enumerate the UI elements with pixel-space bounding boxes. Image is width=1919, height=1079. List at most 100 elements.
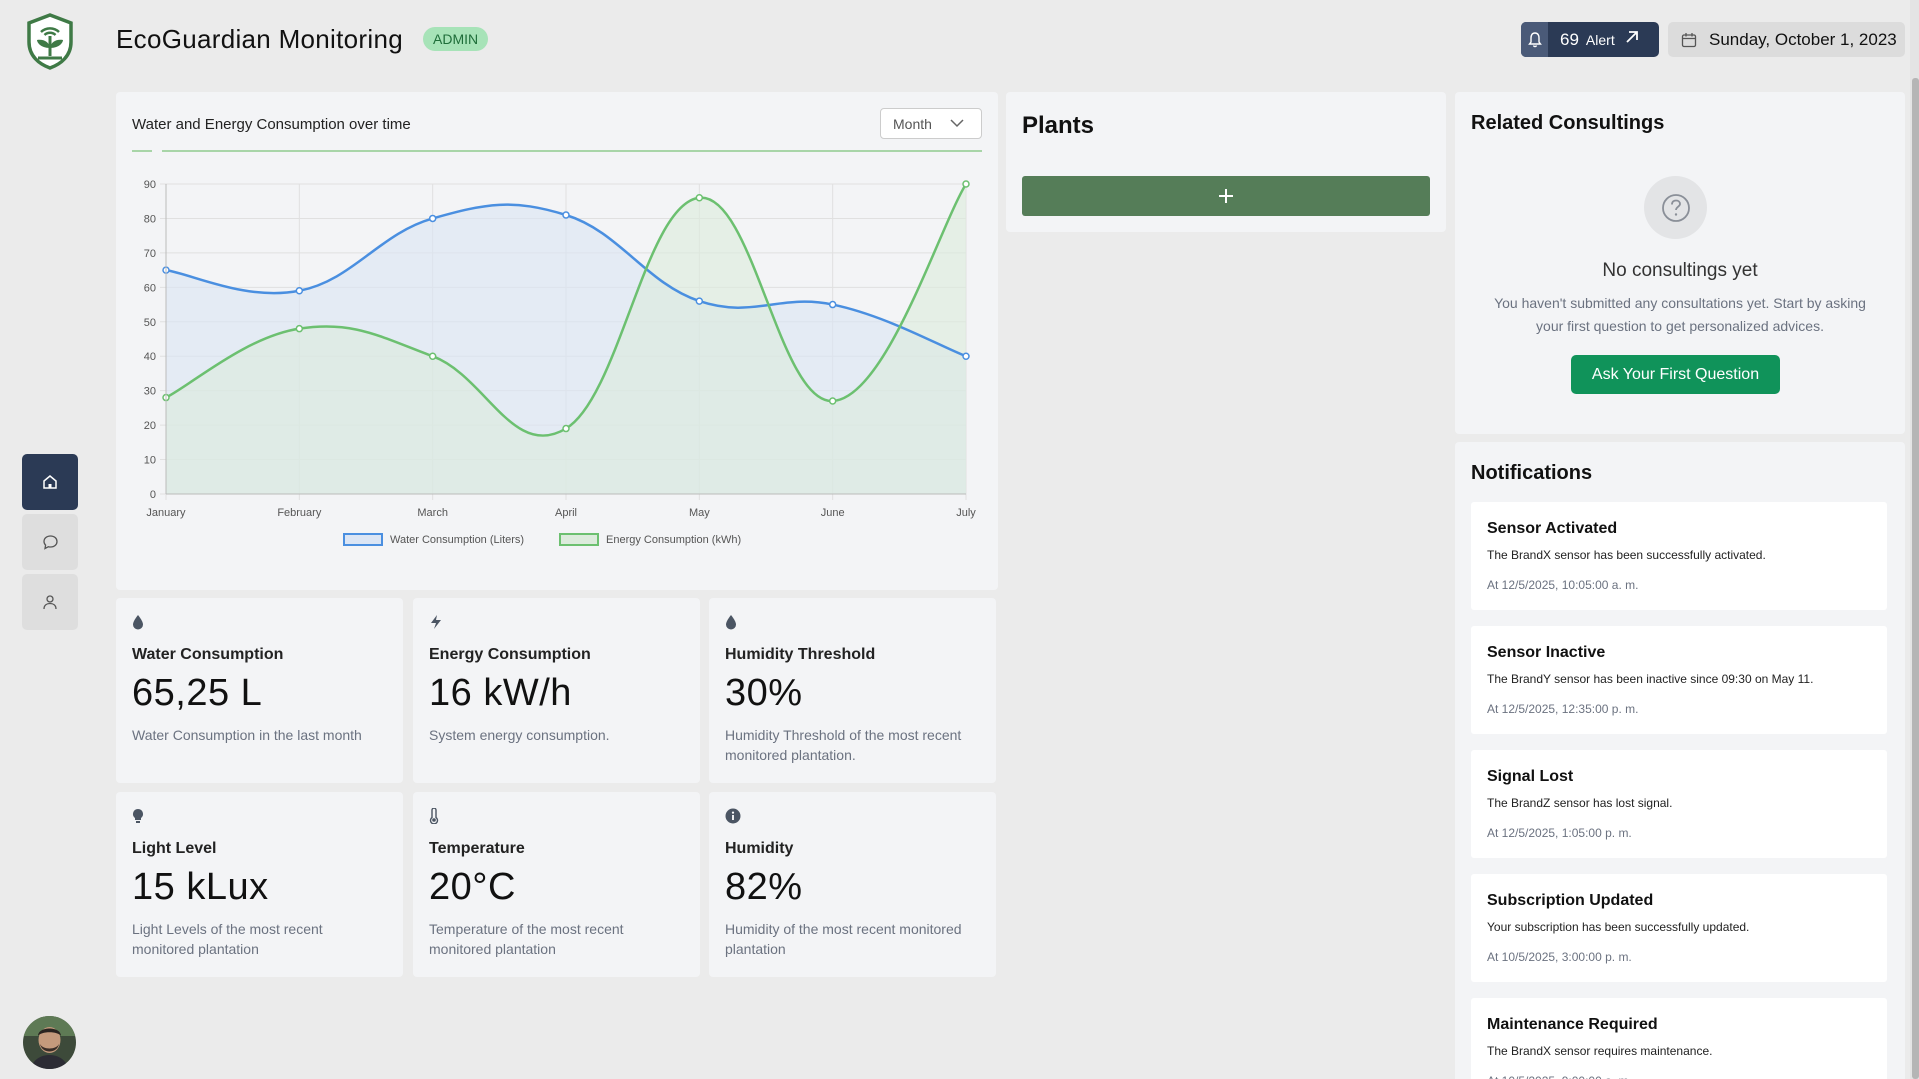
- legend-swatch: [343, 533, 383, 546]
- y-tick-label: 90: [144, 179, 156, 191]
- metric-value: 65,25 L: [132, 672, 263, 714]
- y-tick-label: 0: [150, 489, 156, 501]
- notification-item[interactable]: Signal Lost The BrandZ sensor has lost si…: [1471, 750, 1887, 858]
- legend-label: Energy Consumption (kWh): [606, 534, 741, 546]
- metric-title: Humidity Threshold: [725, 646, 876, 663]
- metric-description: System energy consumption.: [429, 727, 610, 743]
- y-tick-label: 60: [144, 282, 156, 294]
- question-circle-icon: [1644, 176, 1707, 239]
- period-select[interactable]: Month: [880, 108, 982, 139]
- alert-count: 69: [1560, 29, 1579, 49]
- notification-title: Sensor Activated: [1487, 520, 1618, 537]
- notification-message: The BrandY sensor has been inactive sinc…: [1487, 672, 1814, 686]
- user-avatar[interactable]: [23, 1016, 76, 1069]
- consumption-chart-panel: Water and Energy Consumption over time M…: [116, 92, 998, 590]
- chart-title: Water and Energy Consumption over time: [132, 116, 411, 133]
- consultings-title: Related Consultings: [1471, 112, 1665, 134]
- calendar-icon: [1681, 32, 1697, 47]
- data-point: [295, 324, 304, 333]
- metric-description: Temperature of the most recent monitored…: [429, 921, 624, 957]
- user-icon: [43, 595, 57, 610]
- plus-icon: [1219, 189, 1233, 203]
- notification-item[interactable]: Maintenance Required The BrandX sensor re…: [1471, 998, 1887, 1079]
- notification-message: The BrandZ sensor has lost signal.: [1487, 796, 1673, 810]
- metric-card-light-level: Light Level 15 kLux Light Levels of the mo…: [116, 792, 403, 977]
- notification-time: At 10/5/2025, 3:00:00 p. m.: [1487, 950, 1632, 964]
- notification-title: Maintenance Required: [1487, 1016, 1658, 1033]
- page-scrollbar-thumb[interactable]: [1912, 78, 1919, 1079]
- arrow-up-right-icon: [1625, 30, 1639, 49]
- metric-card-humidity-threshold: Humidity Threshold 30% Humidity Threshold …: [709, 598, 996, 783]
- eco-shield-logo: [24, 12, 76, 70]
- x-tick-label: February: [277, 507, 322, 519]
- data-point: [828, 397, 837, 405]
- empty-state-title: No consultings yet: [1602, 260, 1758, 281]
- lightning-icon: [429, 614, 684, 634]
- metric-description: Water Consumption in the last month: [132, 727, 362, 743]
- metric-value: 15 kLux: [132, 866, 269, 908]
- data-point: [428, 214, 437, 223]
- metric-card-water-consumption: Water Consumption 65,25 L Water Consumptio…: [116, 598, 403, 783]
- x-tick-label: May: [689, 507, 710, 519]
- metric-description: Humidity Threshold of the most recent mo…: [725, 727, 962, 763]
- add-plant-button[interactable]: +: [1022, 176, 1430, 216]
- y-tick-label: 70: [144, 248, 156, 260]
- data-point: [695, 194, 704, 202]
- metric-description: Humidity of the most recent monitored pl…: [725, 921, 962, 957]
- legend-swatch: [559, 533, 599, 546]
- notification-title: Subscription Updated: [1487, 892, 1654, 909]
- metric-title: Energy Consumption: [429, 646, 591, 663]
- data-point: [295, 287, 304, 295]
- data-point: [695, 297, 704, 305]
- notification-item[interactable]: Subscription Updated Your subscription ha…: [1471, 874, 1887, 982]
- notification-title: Signal Lost: [1487, 768, 1574, 785]
- period-select-value: Month: [893, 115, 932, 132]
- sidebar-item-consultings[interactable]: [22, 514, 78, 570]
- info-icon: [725, 808, 980, 828]
- notification-message: The BrandX sensor requires maintenance.: [1487, 1044, 1713, 1058]
- x-tick-label: July: [956, 507, 976, 519]
- notification-time: At 12/5/2025, 12:35:00 p. m.: [1487, 702, 1639, 716]
- notification-message: The BrandX sensor has been successfully …: [1487, 548, 1766, 562]
- legend-label: Water Consumption (Liters): [390, 534, 524, 546]
- empty-state-description: You haven't submitted any consultations …: [1494, 295, 1866, 334]
- y-tick-label: 40: [144, 351, 156, 363]
- plants-panel: Plants +: [1006, 92, 1446, 232]
- data-point: [428, 352, 437, 360]
- plants-title: Plants: [1022, 112, 1095, 139]
- notification-time: At 12/5/2025, 10:05:00 a. m.: [1487, 578, 1639, 592]
- notification-item[interactable]: Sensor Inactive The BrandY sensor has bee…: [1471, 626, 1887, 734]
- notifications-panel: Notifications Sensor Activated The BrandX…: [1455, 442, 1905, 1079]
- alert-label: Alert: [1585, 31, 1615, 48]
- bell-icon: [1521, 22, 1548, 57]
- notification-item[interactable]: Sensor Activated The BrandX sensor has be…: [1471, 502, 1887, 610]
- alerts-button[interactable]: 69 Alert: [1521, 22, 1659, 57]
- current-date: Sunday, October 1, 2023: [1668, 22, 1905, 57]
- notification-time: At 12/5/2025, 1:05:00 p. m.: [1487, 826, 1632, 840]
- metric-value: 16 kW/h: [429, 672, 572, 714]
- y-tick-label: 30: [144, 386, 156, 398]
- y-tick-label: 80: [144, 213, 156, 225]
- sidebar-item-home[interactable]: [22, 454, 78, 510]
- metric-title: Light Level: [132, 840, 217, 857]
- sidebar-item-profile[interactable]: [22, 574, 78, 630]
- home-icon: [43, 475, 57, 489]
- consultings-panel: Related Consultings No consultings yet Y…: [1455, 92, 1905, 434]
- notification-title: Sensor Inactive: [1487, 644, 1606, 661]
- notification-message: Your subscription has been successfully …: [1487, 920, 1750, 934]
- app-title: EcoGuardian Monitoring: [116, 24, 403, 54]
- consumption-line-chart: 0 10 20 30 40 50 60 70 80 90 January February March A…: [144, 179, 976, 546]
- thermometer-icon: [429, 807, 684, 828]
- metric-description: Light Levels of the most recent monitore…: [132, 921, 323, 957]
- water-drop-icon: [725, 614, 980, 634]
- data-point: [828, 300, 837, 309]
- ask-first-question-button[interactable]: Ask Your First Question: [1571, 355, 1780, 394]
- notification-time: At 10/5/2025, 9:00:00 a. m.: [1487, 1074, 1871, 1079]
- data-point: [962, 180, 970, 188]
- y-tick-label: 50: [144, 317, 156, 329]
- metric-card-humidity: Humidity 82% Humidity of the most recent m…: [709, 792, 996, 977]
- y-tick-label: 20: [144, 420, 156, 432]
- chart-divider: [132, 150, 982, 152]
- role-badge: ADMIN: [423, 27, 489, 51]
- x-tick-label: April: [555, 507, 577, 519]
